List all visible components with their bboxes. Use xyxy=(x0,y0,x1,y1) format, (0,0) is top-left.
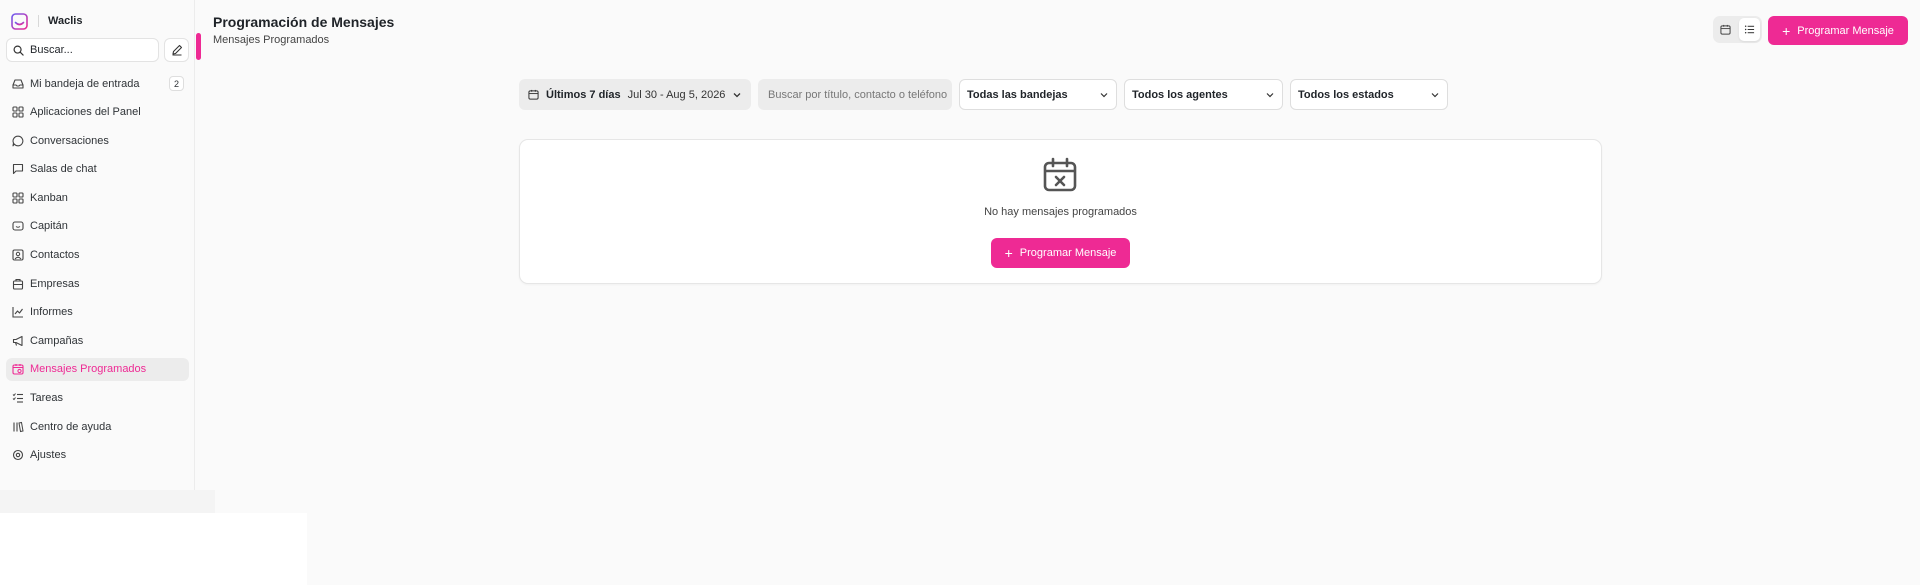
page-subtitle: Mensajes Programados xyxy=(213,34,330,46)
view-toggle xyxy=(1713,16,1762,43)
status-filter-select[interactable]: Todos los estados xyxy=(1290,79,1448,110)
sidebar-item-label: Centro de ayuda xyxy=(30,420,112,433)
sidebar-nav: Mi bandeja de entrada 2 Aplicaciones del… xyxy=(6,72,189,472)
plus-icon: + xyxy=(1782,22,1791,39)
brand-divider xyxy=(38,15,39,27)
sidebar-item-label: Salas de chat xyxy=(30,163,97,176)
sidebar-resize-handle[interactable] xyxy=(196,33,201,60)
sidebar-item-label: Empresas xyxy=(30,277,80,290)
agent-filter-select[interactable]: Todos los agentes xyxy=(1124,79,1283,110)
message-search-input[interactable]: Buscar por título, contacto o teléfono xyxy=(758,79,952,110)
sidebar: Waclis Buscar... Mi bandeja de entrada 2… xyxy=(0,0,195,490)
sidebar-item-label: Kanban xyxy=(30,191,68,204)
sidebar-item-conversations[interactable]: Conversaciones xyxy=(6,129,189,152)
app-name: Waclis xyxy=(48,15,83,27)
sidebar-item-label: Mi bandeja de entrada xyxy=(30,77,140,90)
sidebar-item-label: Capitán xyxy=(30,220,68,233)
sidebar-item-campaigns[interactable]: Campañas xyxy=(6,329,189,352)
sidebar-item-companies[interactable]: Empresas xyxy=(6,272,189,295)
page-title: Programación de Mensajes xyxy=(213,14,395,30)
library-icon xyxy=(13,421,24,432)
blank-panel xyxy=(0,513,307,585)
date-range-picker[interactable]: Últimos 7 días Jul 30 - Aug 5, 2026 xyxy=(519,79,751,110)
sidebar-item-reports[interactable]: Informes xyxy=(6,301,189,324)
inbox-filter-select[interactable]: Todas las bandejas xyxy=(959,79,1117,110)
filter-bar: Últimos 7 días Jul 30 - Aug 5, 2026 Busc… xyxy=(519,79,1448,110)
sidebar-item-label: Tareas xyxy=(30,392,64,405)
building-icon xyxy=(12,278,24,290)
sidebar-item-chat-rooms[interactable]: Salas de chat xyxy=(6,158,189,181)
inbox-filter-value: Todas las bandejas xyxy=(967,88,1068,101)
app-logo-icon xyxy=(11,12,28,30)
sidebar-item-dashboard-apps[interactable]: Aplicaciones del Panel xyxy=(6,101,189,124)
sidebar-search-label: Buscar... xyxy=(30,44,73,56)
list-view-button[interactable] xyxy=(1738,18,1760,41)
chevron-down-icon xyxy=(1431,92,1439,97)
apps-grid-icon xyxy=(12,106,24,118)
sidebar-item-settings[interactable]: Ajustes xyxy=(6,444,189,467)
sidebar-search-button[interactable]: Buscar... xyxy=(6,38,159,62)
sidebar-item-label: Mensajes Programados xyxy=(30,363,147,376)
pencil-icon xyxy=(171,44,182,56)
calendar-icon xyxy=(528,89,539,100)
empty-state-message: No hay mensajes programados xyxy=(984,206,1137,218)
plus-icon: + xyxy=(1004,245,1013,261)
search-icon xyxy=(13,45,24,56)
chevron-down-icon xyxy=(1266,92,1274,97)
sidebar-item-label: Informes xyxy=(30,306,73,319)
calendar-clock-icon xyxy=(12,364,24,375)
agent-filter-value: Todos los agentes xyxy=(1132,88,1228,101)
calendar-x-icon xyxy=(1043,157,1077,192)
status-filter-value: Todos los estados xyxy=(1298,88,1394,101)
sidebar-search-row: Buscar... xyxy=(6,38,189,62)
date-range-label: Últimos 7 días xyxy=(546,88,621,101)
list-checks-icon xyxy=(12,393,23,403)
empty-state-schedule-button[interactable]: + Programar Mensaje xyxy=(991,238,1130,268)
sidebar-item-label: Campañas xyxy=(30,334,84,347)
list-icon xyxy=(1744,25,1754,34)
sidebar-item-help-center[interactable]: Centro de ayuda xyxy=(6,415,189,438)
sidebar-item-captain[interactable]: Capitán xyxy=(6,215,189,238)
inbox-count-badge: 2 xyxy=(169,76,184,91)
sidebar-item-label: Aplicaciones del Panel xyxy=(30,106,141,119)
settings-icon xyxy=(12,450,24,461)
chevron-down-icon xyxy=(733,92,741,97)
sidebar-item-tasks[interactable]: Tareas xyxy=(6,387,189,410)
compose-button[interactable] xyxy=(164,38,189,62)
sidebar-item-label: Contactos xyxy=(30,249,80,262)
message-square-icon xyxy=(12,164,24,175)
empty-state-card: No hay mensajes programados + Programar … xyxy=(519,139,1602,284)
sidebar-footer xyxy=(0,490,215,513)
chart-line-icon xyxy=(12,307,23,318)
sidebar-item-label: Ajustes xyxy=(30,449,67,462)
schedule-message-button[interactable]: + Programar Mensaje xyxy=(1768,16,1908,45)
message-circle-icon xyxy=(12,135,24,147)
sidebar-item-contacts[interactable]: Contactos xyxy=(6,244,189,267)
sidebar-item-label: Conversaciones xyxy=(30,134,109,147)
empty-state-button-label: Programar Mensaje xyxy=(1019,247,1117,259)
calendar-view-button[interactable] xyxy=(1715,18,1737,41)
bot-icon xyxy=(12,221,24,232)
date-range-value: Jul 30 - Aug 5, 2026 xyxy=(627,88,726,101)
schedule-message-label: Programar Mensaje xyxy=(1797,24,1894,37)
contact-card-icon xyxy=(12,249,24,261)
calendar-icon xyxy=(1720,24,1731,35)
inbox-icon xyxy=(12,78,24,89)
chevron-down-icon xyxy=(1100,92,1108,97)
brand[interactable]: Waclis xyxy=(11,11,82,31)
megaphone-icon xyxy=(12,335,23,346)
sidebar-item-scheduled-messages[interactable]: Mensajes Programados xyxy=(6,357,189,381)
sidebar-item-inbox[interactable]: Mi bandeja de entrada 2 xyxy=(6,72,189,95)
kanban-grid-icon xyxy=(12,192,24,204)
sidebar-item-kanban[interactable]: Kanban xyxy=(6,186,189,209)
